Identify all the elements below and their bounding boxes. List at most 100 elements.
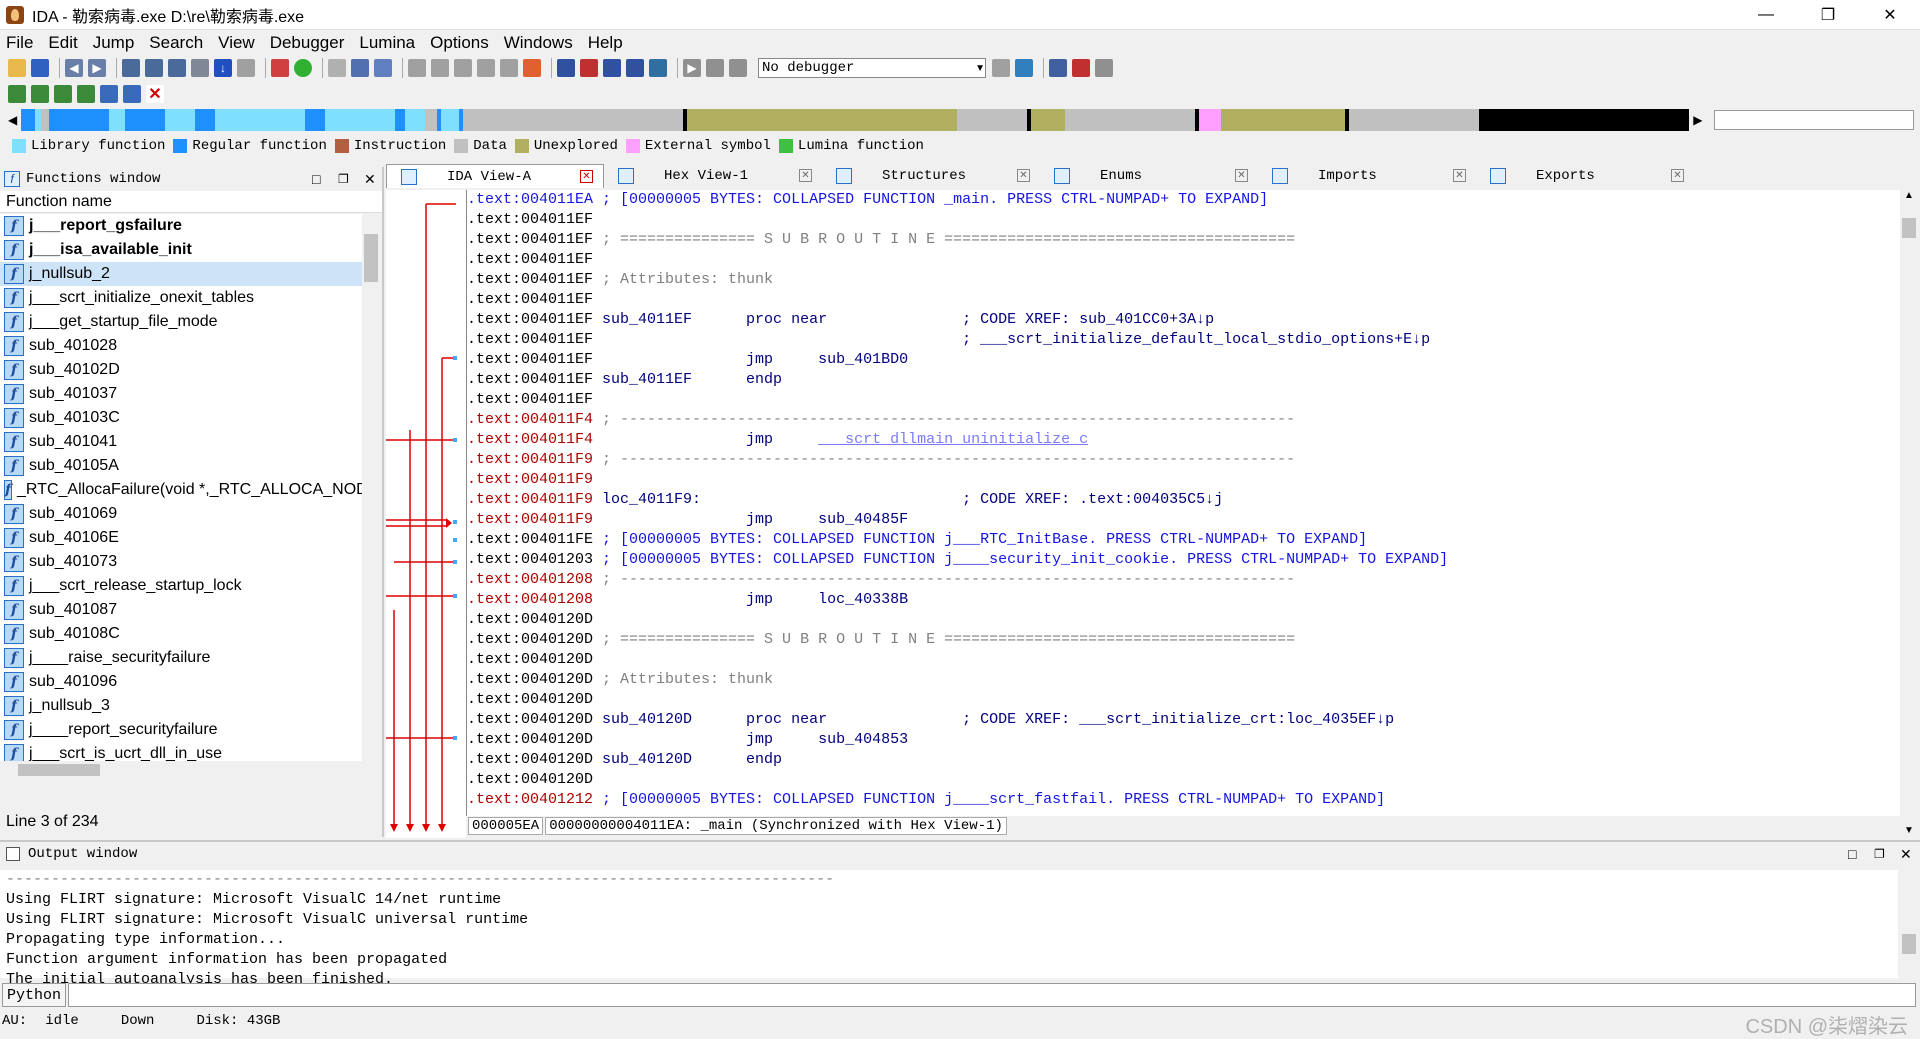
disassembly-line[interactable]: .text:00401208 jmp loc_40338B <box>467 590 1900 610</box>
calculator-icon[interactable] <box>500 59 518 77</box>
function-list-item[interactable]: f _RTC_AllocaFailure(void *,_RTC_ALLOCA_N… <box>0 478 362 502</box>
graph-icon[interactable] <box>374 59 392 77</box>
save-icon[interactable] <box>31 59 49 77</box>
disassembly-line[interactable]: .text:004011F9 <box>467 470 1900 490</box>
stop-icon[interactable] <box>729 59 747 77</box>
minimize-button[interactable]: — <box>1738 0 1794 30</box>
function-list-item[interactable]: f j___get_startup_file_mode <box>0 310 362 334</box>
tab-imports[interactable]: Imports ✕ <box>1258 164 1476 188</box>
disassembly-line[interactable]: .text:004011EF ; Attributes: thunk <box>467 270 1900 290</box>
close-tab-icon[interactable]: ✕ <box>1017 169 1030 182</box>
disassembly-line[interactable]: .text:004011EF sub_4011EF proc near ; CO… <box>467 310 1900 330</box>
function-list-item[interactable]: f j___isa_available_init <box>0 238 362 262</box>
play-icon[interactable]: ▶ <box>683 59 701 77</box>
navigation-strip[interactable] <box>21 109 1690 131</box>
undefine-icon[interactable] <box>237 59 255 77</box>
strings-icon[interactable] <box>454 59 472 77</box>
add-breakpoint-icon[interactable] <box>1072 59 1090 77</box>
add-node-icon[interactable] <box>77 85 95 103</box>
open-file-icon[interactable] <box>8 59 26 77</box>
function-list-item[interactable]: f j____raise_securityfailure <box>0 646 362 670</box>
function-list-item[interactable]: f sub_401069 <box>0 502 362 526</box>
function-list-item[interactable]: f sub_40106E <box>0 526 362 550</box>
function-list-item[interactable]: f j_nullsub_2 <box>0 262 362 286</box>
image-icon[interactable] <box>123 85 141 103</box>
menu-search[interactable]: Search <box>149 33 203 53</box>
disassembly-line[interactable]: .text:004011F9 ; -----------------------… <box>467 450 1900 470</box>
disassembly-line[interactable]: .text:0040120D jmp sub_404853 <box>467 730 1900 750</box>
function-list-item[interactable]: f sub_40108C <box>0 622 362 646</box>
plugin-icon[interactable] <box>100 85 118 103</box>
call-graph-icon[interactable] <box>580 59 598 77</box>
green-circle-icon[interactable] <box>294 59 312 77</box>
search-text-icon[interactable] <box>145 59 163 77</box>
disassembly-view[interactable]: .text:004011EA ; [00000005 BYTES: COLLAP… <box>466 190 1900 816</box>
disassembly-line[interactable]: .text:004011F9 jmp sub_40485F <box>467 510 1900 530</box>
menu-lumina[interactable]: Lumina <box>359 33 415 53</box>
disassembly-line[interactable]: .text:004011EF <box>467 290 1900 310</box>
function-list-item[interactable]: f sub_401073 <box>0 550 362 574</box>
code-view-icon[interactable] <box>271 59 289 77</box>
menu-windows[interactable]: Windows <box>504 33 573 53</box>
disassembly-vertical-scrollbar[interactable]: ▲ ▼ <box>1900 190 1918 836</box>
disassembly-line[interactable]: .text:004011EF ; =============== S U B R… <box>467 230 1900 250</box>
scroll-down-arrow-icon[interactable]: ▼ <box>1904 825 1914 836</box>
scroll-thumb[interactable] <box>18 764 100 776</box>
tab-hex-view-1[interactable]: Hex View-1 ✕ <box>604 164 822 188</box>
color-palette-icon[interactable] <box>523 59 541 77</box>
operand-link[interactable]: ___scrt_dllmain_uninitialize_c <box>818 431 1088 448</box>
disassembly-line[interactable]: .text:0040120D sub_40120D endp <box>467 750 1900 770</box>
disassembly-line[interactable]: .text:00401203 ; [00000005 BYTES: COLLAP… <box>467 550 1900 570</box>
proximity-icon[interactable] <box>649 59 667 77</box>
menu-edit[interactable]: Edit <box>48 33 77 53</box>
disassembly-line[interactable]: .text:004011EF <box>467 250 1900 270</box>
function-list-item[interactable]: f sub_401041 <box>0 430 362 454</box>
close-tab-icon[interactable]: ✕ <box>1235 169 1248 182</box>
nav-right-arrow-icon[interactable]: ▶ <box>1693 113 1702 127</box>
navigation-combo[interactable] <box>1714 110 1914 130</box>
output-vertical-scrollbar[interactable] <box>1900 870 1918 978</box>
disassembly-line[interactable]: .text:004011F4 jmp ___scrt_dllmain_unini… <box>467 430 1900 450</box>
restore-icon[interactable]: □ <box>1848 846 1856 862</box>
segments-icon[interactable] <box>1049 59 1067 77</box>
structure-icon[interactable] <box>351 59 369 77</box>
search-binary-icon[interactable] <box>122 59 140 77</box>
disassembly-line[interactable]: .text:0040120D ; =============== S U B R… <box>467 630 1900 650</box>
maximize-button[interactable]: ❐ <box>1800 0 1856 30</box>
disassembly-line[interactable]: .text:0040120D ; Attributes: thunk <box>467 670 1900 690</box>
forward-arrow-icon[interactable]: ▶ <box>88 59 106 77</box>
menu-file[interactable]: File <box>6 33 33 53</box>
tab-ida-view-a[interactable]: IDA View-A ✕ <box>386 164 604 188</box>
menu-debugger[interactable]: Debugger <box>270 33 345 53</box>
step-icon[interactable] <box>1015 59 1033 77</box>
list-icon[interactable] <box>328 59 346 77</box>
float-icon[interactable]: ❐ <box>1874 847 1885 861</box>
functions-horizontal-scrollbar[interactable] <box>0 761 362 779</box>
user-graph-icon[interactable] <box>626 59 644 77</box>
disassembly-line[interactable]: .text:0040120D <box>467 650 1900 670</box>
menu-help[interactable]: Help <box>588 33 623 53</box>
function-list-item[interactable]: f j___report_gsfailure <box>0 214 362 238</box>
debugger-select[interactable]: No debugger ▼ <box>758 58 986 78</box>
disassembly-line[interactable]: .text:004011EF ; ___scrt_initialize_defa… <box>467 330 1900 350</box>
names-icon[interactable] <box>431 59 449 77</box>
xrefs-graph-icon[interactable] <box>603 59 621 77</box>
scroll-up-arrow-icon[interactable]: ▲ <box>1904 190 1914 201</box>
function-list-item[interactable]: f j_nullsub_3 <box>0 694 362 718</box>
menu-view[interactable]: View <box>218 33 255 53</box>
menu-jump[interactable]: Jump <box>93 33 135 53</box>
scroll-thumb[interactable] <box>364 234 378 282</box>
disassembly-line[interactable]: .text:004011F9 loc_4011F9: ; CODE XREF: … <box>467 490 1900 510</box>
function-list-item[interactable]: f sub_40102D <box>0 358 362 382</box>
bookmark-icon[interactable] <box>54 85 72 103</box>
disassembly-line[interactable]: .text:0040120D <box>467 610 1900 630</box>
tools-icon[interactable] <box>1095 59 1113 77</box>
scroll-thumb[interactable] <box>1902 934 1916 954</box>
function-list-item[interactable]: f j___scrt_release_startup_lock <box>0 574 362 598</box>
disassembly-line[interactable]: .text:004011EF sub_4011EF endp <box>467 370 1900 390</box>
disassembly-line[interactable]: .text:004011EF <box>467 390 1900 410</box>
xref-icon[interactable] <box>408 59 426 77</box>
delete-x-icon[interactable]: ✕ <box>146 85 164 103</box>
function-list-item[interactable]: f sub_40105A <box>0 454 362 478</box>
navigation-band[interactable]: ◀ ▶ <box>8 108 1708 132</box>
